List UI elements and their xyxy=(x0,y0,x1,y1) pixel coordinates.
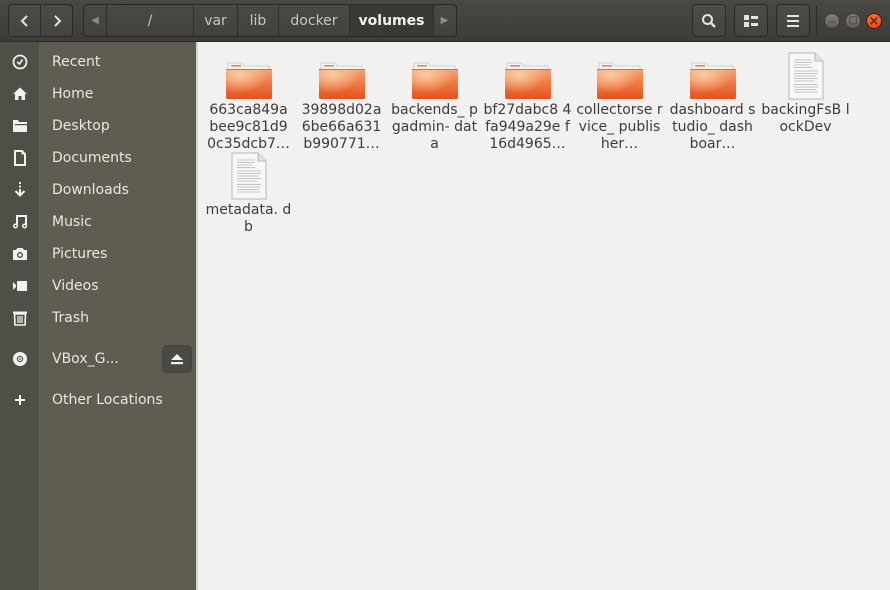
path-segment-docker[interactable]: docker xyxy=(278,5,349,36)
folder-icon xyxy=(411,62,458,99)
triangle-right-icon: ▶ xyxy=(440,15,449,26)
music-icon xyxy=(0,214,39,230)
minimize-button[interactable]: – xyxy=(824,13,840,29)
sidebar-item-pictures[interactable]: Pictures xyxy=(0,238,196,270)
disc-icon xyxy=(0,351,39,367)
close-button[interactable]: × xyxy=(866,13,882,29)
download-icon xyxy=(0,182,39,198)
document-icon xyxy=(0,150,39,166)
list-view-icon xyxy=(744,14,758,27)
file-name: dashboard studio_ dashboar… xyxy=(669,102,756,152)
trash-icon xyxy=(0,310,39,326)
navigation-buttons xyxy=(8,4,73,37)
video-icon xyxy=(0,280,39,292)
search-button[interactable] xyxy=(692,4,726,37)
file-name: collectorse rvice_ publisher… xyxy=(576,102,663,152)
menu-button[interactable] xyxy=(776,4,810,37)
hamburger-menu-icon xyxy=(787,14,799,27)
file-name: metadata. db xyxy=(205,202,292,235)
sidebar-item-recent[interactable]: Recent xyxy=(0,46,196,78)
sidebar-item-videos[interactable]: Videos xyxy=(0,270,196,302)
file-name: bf27dabc8 4fa949a29e f16d4965… xyxy=(483,102,572,152)
file-item[interactable]: backingFsB lockDev xyxy=(759,42,852,136)
sidebar-item-trash[interactable]: Trash xyxy=(0,302,196,334)
search-icon xyxy=(702,13,716,28)
folder-icon xyxy=(0,118,39,134)
sidebar-item-home[interactable]: Home xyxy=(0,78,196,110)
text-file-icon xyxy=(231,152,266,200)
chevron-left-icon xyxy=(20,14,28,27)
forward-button[interactable] xyxy=(40,5,72,36)
path-scroll-left[interactable]: ◀ xyxy=(84,5,106,36)
header-bar: ◀ / var lib docker volumes ▶ – □ × xyxy=(0,0,890,42)
path-segment-volumes[interactable]: volumes xyxy=(349,5,433,36)
home-icon xyxy=(0,86,39,102)
sidebar-item-downloads[interactable]: Downloads xyxy=(0,174,196,206)
camera-icon xyxy=(0,247,39,261)
file-view: 663ca849a bee9c81d9 0c35dcb7… 39898d02a … xyxy=(198,42,890,590)
text-file-icon xyxy=(788,52,823,100)
file-item[interactable]: 39898d02a 6be66a631 b990771… xyxy=(295,42,388,153)
file-item[interactable]: metadata. db xyxy=(202,148,295,236)
file-name: backingFsB lockDev xyxy=(761,102,850,135)
file-item[interactable]: dashboard studio_ dashboar… xyxy=(666,42,759,153)
path-segment-var[interactable]: var xyxy=(193,5,237,36)
sidebar-item-music[interactable]: Music xyxy=(0,206,196,238)
back-button[interactable] xyxy=(9,5,40,36)
view-toggle-button[interactable] xyxy=(734,4,768,37)
sidebar-item-documents[interactable]: Documents xyxy=(0,142,196,174)
file-name: 39898d02a 6be66a631 b990771… xyxy=(301,102,382,152)
file-name: backends_ pgadmin- data xyxy=(391,102,478,152)
plus-icon xyxy=(0,394,39,406)
sidebar-item-desktop[interactable]: Desktop xyxy=(0,110,196,142)
path-segment-lib[interactable]: lib xyxy=(237,5,278,36)
file-item[interactable]: bf27dabc8 4fa949a29e f16d4965… xyxy=(481,42,574,153)
path-segment-root[interactable]: / xyxy=(106,5,193,36)
minimize-icon: – xyxy=(829,14,835,28)
close-icon: × xyxy=(868,13,880,29)
sidebar: Recent Home Desktop Documents Downloads … xyxy=(0,42,196,590)
sidebar-item-other-locations[interactable]: Other Locations xyxy=(0,384,196,416)
eject-button[interactable] xyxy=(162,345,192,373)
file-item[interactable]: backends_ pgadmin- data xyxy=(388,42,481,153)
folder-icon xyxy=(504,62,551,99)
triangle-left-icon: ◀ xyxy=(91,15,99,26)
maximize-icon: □ xyxy=(848,15,858,26)
folder-icon xyxy=(596,62,643,99)
path-scroll-right[interactable]: ▶ xyxy=(433,5,455,36)
path-bar: ◀ / var lib docker volumes ▶ xyxy=(83,4,457,37)
folder-icon xyxy=(225,62,272,99)
eject-icon xyxy=(171,354,183,365)
folder-icon xyxy=(318,62,365,99)
header-separator xyxy=(816,6,817,36)
file-item[interactable]: 663ca849a bee9c81d9 0c35dcb7… xyxy=(202,42,295,153)
file-name: 663ca849a bee9c81d9 0c35dcb7… xyxy=(207,102,290,152)
clock-icon xyxy=(0,54,39,70)
maximize-button[interactable]: □ xyxy=(845,13,861,29)
chevron-right-icon xyxy=(53,14,61,27)
file-item[interactable]: collectorse rvice_ publisher… xyxy=(573,42,666,153)
folder-icon xyxy=(689,62,736,99)
